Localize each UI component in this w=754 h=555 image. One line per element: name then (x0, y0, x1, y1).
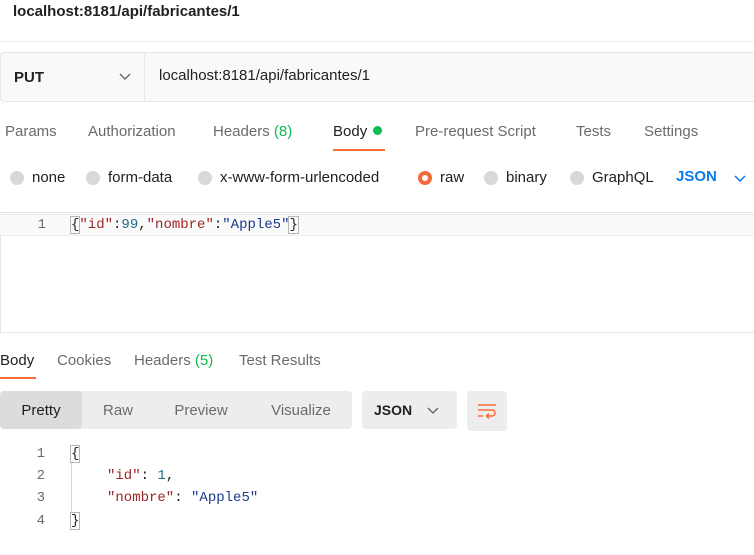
line-number: 2 (36, 468, 45, 484)
radio-circle (86, 170, 100, 185)
json-colon: : (213, 217, 223, 233)
chevron-down-icon[interactable] (118, 69, 132, 83)
json-key: "id" (107, 468, 141, 484)
active-response-tab-indicator (0, 377, 36, 379)
method-label: PUT (14, 68, 44, 86)
radio-form-data[interactable]: form-data (86, 169, 172, 186)
radio-binary-label: binary (506, 169, 547, 186)
chevron-down-icon[interactable] (426, 403, 440, 417)
tab-settings[interactable]: Settings (644, 123, 698, 140)
tab-params[interactable]: Params (5, 123, 57, 140)
radio-graphql[interactable]: GraphQL (570, 169, 654, 186)
json-key: "nombre" (146, 217, 214, 233)
view-preview-button[interactable]: Preview (158, 391, 244, 429)
language-select[interactable]: JSON (676, 168, 717, 185)
tab-headers-label: Headers (213, 123, 270, 140)
body-indicator-dot (373, 126, 383, 135)
radio-none-label: none (32, 169, 66, 186)
radio-circle (570, 170, 584, 185)
url-input[interactable]: localhost:8181/api/fabricantes/1 (159, 67, 370, 84)
response-view-switch: Pretty Raw Preview Visualize (0, 391, 352, 429)
json-comma: , (138, 217, 147, 233)
active-tab-indicator (333, 149, 385, 151)
response-tab-cookies[interactable]: Cookies (57, 352, 111, 369)
response-tab-body[interactable]: Body (0, 352, 34, 369)
tab-prerequest-script[interactable]: Pre-request Script (415, 123, 536, 140)
response-tab-test-results[interactable]: Test Results (239, 352, 321, 369)
body-type-selector: none form-data x-www-form-urlencoded raw… (0, 165, 754, 191)
response-headers-label: Headers (134, 352, 191, 369)
tab-body-label: Body (333, 123, 368, 140)
json-string: "Apple5" (222, 217, 290, 233)
json-string: "Apple5" (191, 490, 259, 506)
radio-urlencoded[interactable]: x-www-form-urlencoded (198, 169, 379, 186)
line-number: 4 (36, 513, 45, 529)
response-line-id: "id": 1, (107, 468, 174, 484)
view-raw-button[interactable]: Raw (86, 391, 150, 429)
json-number: 1 (157, 468, 166, 484)
tab-body[interactable]: Body (333, 123, 383, 140)
response-headers-count-badge: (5) (194, 352, 214, 369)
radio-binary[interactable]: binary (484, 169, 547, 186)
divider (0, 41, 754, 42)
radio-raw-label: raw (440, 169, 465, 186)
chevron-down-icon[interactable] (733, 171, 747, 185)
request-body-code[interactable]: {"id":99,"nombre":"Apple5"} (69, 216, 299, 234)
view-visualize-button[interactable]: Visualize (254, 391, 348, 429)
response-format-label: JSON (374, 402, 413, 418)
wrap-lines-button[interactable] (467, 391, 507, 431)
close-brace: } (69, 512, 81, 530)
tab-tests[interactable]: Tests (576, 123, 611, 140)
response-tabs: Body Cookies Headers (5) Test Results (0, 343, 754, 383)
json-number: 99 (121, 217, 139, 233)
radio-circle-selected (418, 170, 432, 185)
json-colon: : (140, 468, 158, 484)
page-title: localhost:8181/api/fabricantes/1 (13, 3, 240, 20)
json-key: "id" (79, 217, 114, 233)
radio-graphql-label: GraphQL (592, 169, 654, 186)
response-tab-headers[interactable]: Headers (5) (134, 352, 213, 369)
close-brace: } (288, 216, 299, 234)
headers-count-badge: (8) (273, 123, 293, 140)
radio-none[interactable]: none (10, 169, 65, 186)
json-colon: : (174, 490, 192, 506)
request-tabs: Params Authorization Headers (8) Body Pr… (0, 113, 754, 153)
response-line-nombre: "nombre": "Apple5" (107, 490, 258, 506)
response-format-select[interactable]: JSON (362, 391, 457, 429)
radio-urlencoded-label: x-www-form-urlencoded (220, 169, 380, 186)
json-key: "nombre" (107, 490, 175, 506)
radio-circle (484, 170, 498, 185)
radio-circle (198, 170, 212, 185)
radio-circle (10, 170, 24, 185)
tab-headers[interactable]: Headers (8) (213, 123, 292, 140)
line-number: 1 (37, 217, 46, 233)
wrap-lines-icon (478, 404, 496, 419)
line-number: 1 (36, 446, 45, 462)
open-brace: { (69, 445, 81, 463)
radio-form-data-label: form-data (108, 169, 173, 186)
tab-authorization[interactable]: Authorization (88, 123, 176, 140)
indent-guide (71, 463, 72, 513)
json-comma: , (165, 468, 175, 484)
line-number: 3 (36, 490, 45, 506)
view-pretty-button[interactable]: Pretty (0, 391, 82, 429)
radio-raw[interactable]: raw (418, 169, 464, 186)
